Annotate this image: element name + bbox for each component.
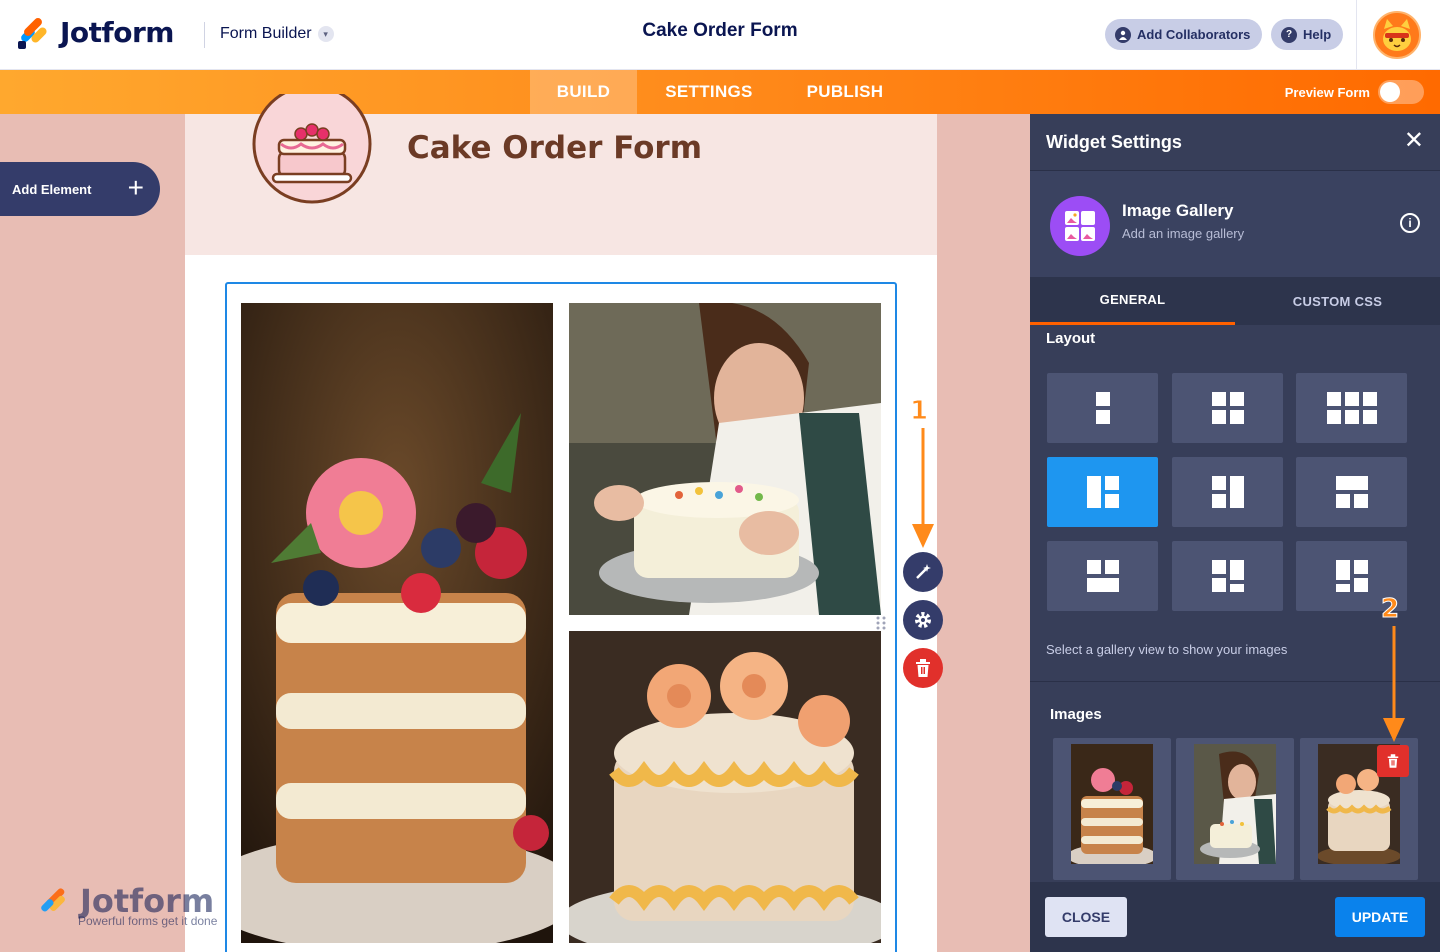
add-collaborators-button[interactable]: Add Collaborators	[1105, 19, 1263, 50]
panel-header: Widget Settings ✕	[1030, 114, 1440, 171]
annotation-number-1: 1	[909, 396, 929, 427]
layout-3col-icon	[1326, 392, 1377, 424]
magic-wand-icon	[916, 564, 931, 579]
gallery-image-layered-cake[interactable]	[241, 303, 553, 943]
delete-field-button[interactable]	[903, 648, 943, 688]
chevron-down-icon: ▾	[317, 26, 334, 42]
layout-option-4[interactable]	[1047, 457, 1158, 527]
jotform-logo-icon	[18, 15, 50, 49]
layout-mixed-alt-icon	[1335, 560, 1368, 592]
trash-icon	[916, 659, 930, 677]
account-area	[1356, 0, 1440, 70]
layout-wide-top-icon	[1335, 476, 1368, 508]
avatar[interactable]	[1373, 11, 1421, 59]
jotform-logo[interactable]: Jotform	[18, 15, 174, 49]
tab-general[interactable]: GENERAL	[1030, 277, 1235, 325]
tab-publish[interactable]: PUBLISH	[790, 70, 900, 114]
close-icon[interactable]: ✕	[1404, 128, 1424, 154]
panel-footer: CLOSE UPDATE	[1030, 882, 1440, 952]
image-thumbnail-2[interactable]	[1176, 738, 1294, 880]
help-button[interactable]: ? Help	[1271, 19, 1344, 50]
panel-tabs: GENERAL CUSTOM CSS	[1030, 277, 1440, 325]
help-icon: ?	[1281, 26, 1297, 43]
form-header: Cake Order Form	[185, 94, 937, 255]
layout-mixed-icon	[1211, 560, 1244, 592]
layout-hint: Select a gallery view to show your image…	[1046, 642, 1288, 657]
annotation-arrow-1	[912, 428, 934, 548]
cake-logo-icon	[252, 94, 372, 204]
builder-nav: BUILD SETTINGS PUBLISH Preview Form	[0, 70, 1440, 114]
drag-handle-icon[interactable]	[876, 616, 886, 630]
jotform-watermark: Jotform Powerful forms get it done	[40, 880, 230, 935]
widget-settings-button[interactable]	[903, 600, 943, 640]
trash-icon	[1387, 754, 1399, 768]
annotation-arrow-2	[1383, 626, 1405, 742]
rose-cake-photo	[569, 631, 881, 943]
layout-label: Layout	[1046, 330, 1096, 347]
widget-info: Image Gallery Add an image gallery i	[1030, 171, 1440, 277]
add-element-button[interactable]: Add Element +	[0, 162, 160, 216]
layout-option-1[interactable]	[1047, 373, 1158, 443]
preview-form-control: Preview Form	[1285, 80, 1424, 104]
form-canvas: Cake Order Form	[185, 94, 937, 952]
add-collaborators-label: Add Collaborators	[1137, 27, 1251, 42]
annotation-number-2: 2	[1380, 594, 1400, 625]
layered-cake-photo	[241, 303, 553, 943]
header-divider	[204, 22, 205, 48]
section-divider	[1030, 681, 1440, 682]
form-builder-dropdown[interactable]: Form Builder ▾	[220, 25, 334, 43]
brand-name: Jotform	[60, 16, 174, 49]
baker-photo	[569, 303, 881, 615]
form-heading: Cake Order Form	[407, 130, 703, 166]
widget-description: Add an image gallery	[1122, 226, 1245, 241]
wizard-button[interactable]	[903, 552, 943, 592]
image-gallery-widget[interactable]	[225, 282, 897, 952]
plus-icon: +	[127, 172, 144, 203]
info-icon[interactable]: i	[1400, 213, 1420, 233]
close-button[interactable]: CLOSE	[1045, 897, 1127, 937]
image-thumbnail-1[interactable]	[1053, 738, 1171, 880]
layout-wide-bottom-icon	[1086, 560, 1119, 592]
tab-build[interactable]: BUILD	[530, 70, 637, 114]
layout-option-7[interactable]	[1047, 541, 1158, 611]
help-label: Help	[1303, 27, 1332, 42]
thumbnail-layered-cake	[1071, 744, 1153, 864]
tab-custom-css[interactable]: CUSTOM CSS	[1235, 277, 1440, 325]
update-button[interactable]: UPDATE	[1335, 897, 1425, 937]
layout-tall-right-icon	[1211, 476, 1244, 508]
layout-2col-icon	[1211, 392, 1244, 424]
watermark-logo: Jotform Powerful forms get it done	[41, 882, 218, 928]
layout-option-2[interactable]	[1172, 373, 1283, 443]
preview-form-label: Preview Form	[1284, 84, 1370, 100]
images-label: Images	[1050, 706, 1102, 723]
layout-option-6[interactable]	[1296, 457, 1407, 527]
thumbnail-baker	[1194, 744, 1276, 864]
gear-icon	[915, 612, 931, 628]
top-bar: Jotform Form Builder ▾ Cake Order Form A…	[0, 0, 1440, 70]
panel-title: Widget Settings	[1046, 132, 1182, 152]
layout-option-3[interactable]	[1296, 373, 1407, 443]
preview-form-toggle[interactable]	[1378, 80, 1424, 104]
gallery-image-baker[interactable]	[569, 303, 881, 615]
tab-settings[interactable]: SETTINGS	[650, 70, 768, 114]
form-builder-label: Form Builder	[220, 25, 312, 42]
watermark-tagline: Powerful forms get it done	[78, 914, 218, 928]
delete-image-button[interactable]	[1377, 745, 1409, 777]
gallery-image-rose-cake[interactable]	[569, 631, 881, 943]
image-gallery-icon	[1050, 196, 1110, 256]
layout-tall-left-icon	[1086, 476, 1119, 508]
layout-single-icon	[1095, 392, 1110, 424]
widget-settings-panel: Widget Settings ✕ Image Gallery Add an i…	[1030, 114, 1440, 952]
layout-option-5[interactable]	[1172, 457, 1283, 527]
user-icon	[1115, 26, 1131, 43]
widget-name: Image Gallery	[1122, 201, 1234, 220]
layout-option-8[interactable]	[1172, 541, 1283, 611]
add-element-label: Add Element	[12, 181, 92, 197]
